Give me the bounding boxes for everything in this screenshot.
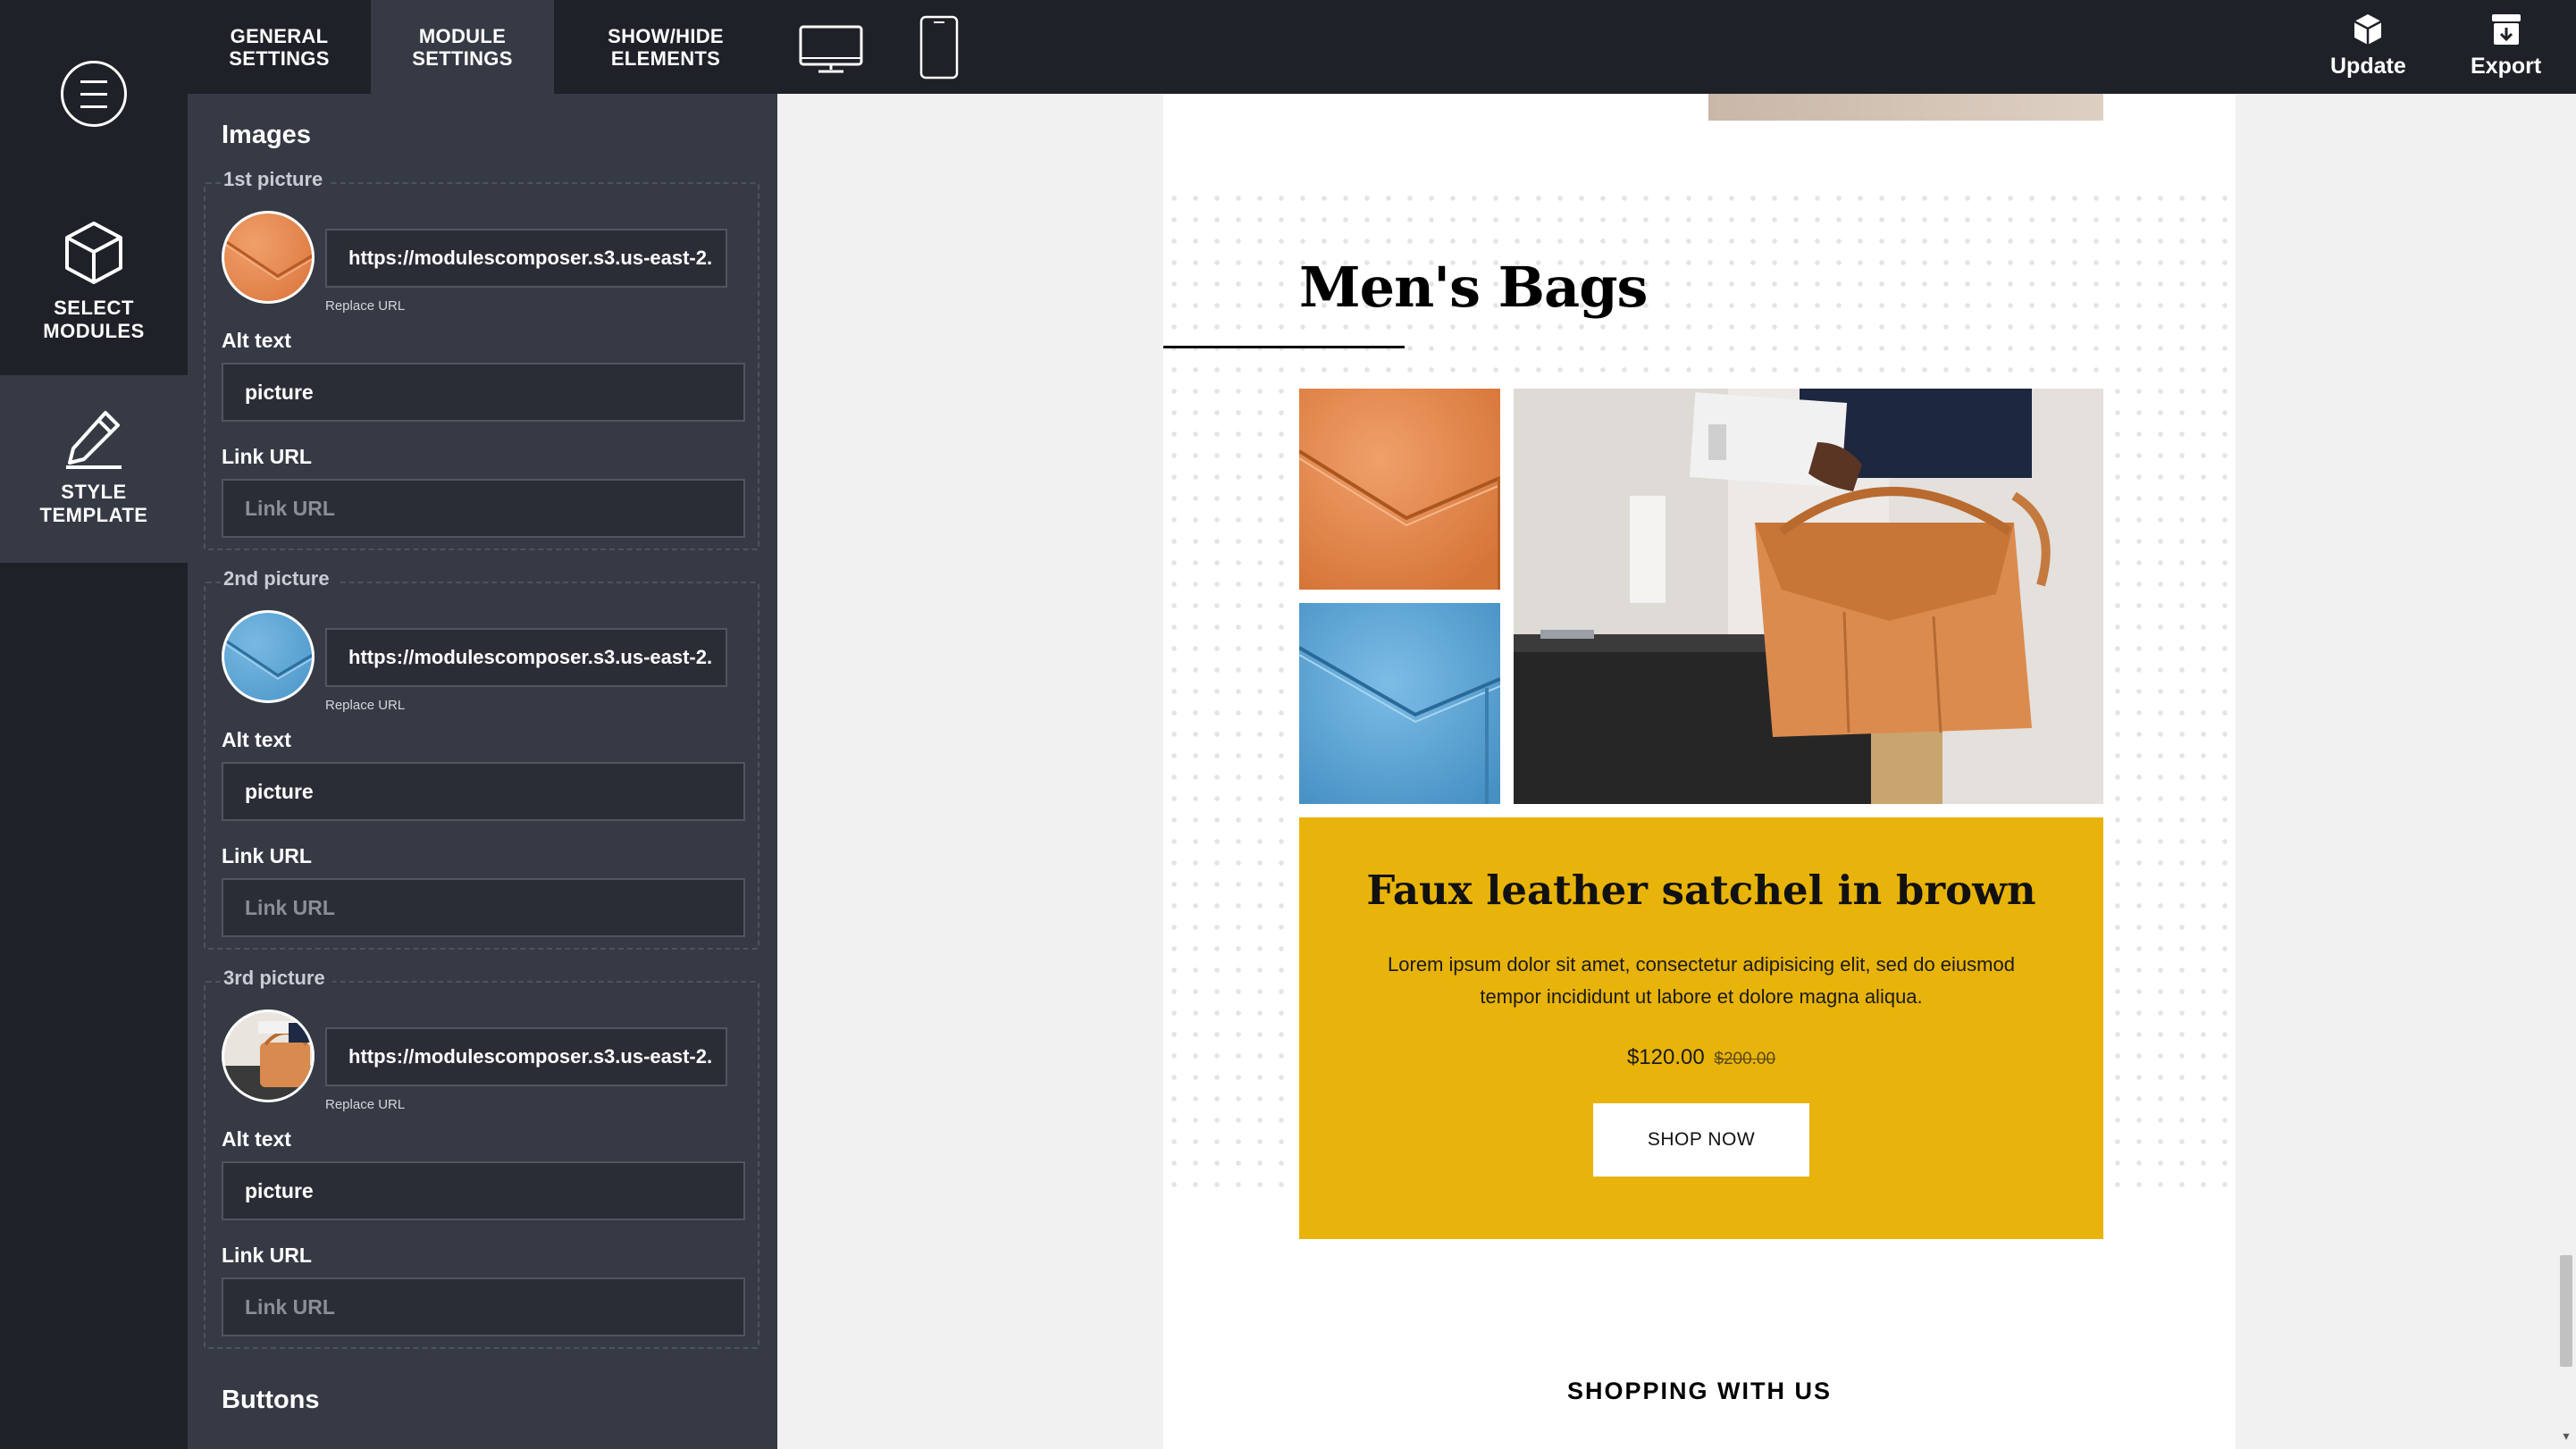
picture-group-title: 2nd picture [222, 567, 337, 590]
alt-text-input-3[interactable]: picture [222, 1161, 745, 1220]
product-price: $120.00 [1626, 1045, 1705, 1069]
tab-label-line2: ELEMENTS [610, 46, 721, 70]
alt-text-label: Alt text [222, 728, 291, 751]
picture-group-title: 1st picture [222, 168, 331, 191]
product-card: Faux leather satchel in brown Lorem ipsu… [1299, 817, 2103, 1239]
image-url-input-3[interactable]: https://modulescomposer.s3.us-east-2. [325, 1027, 727, 1086]
cube-icon [65, 222, 122, 284]
shop-now-button[interactable]: SHOP NOW [1593, 1103, 1809, 1177]
export-button[interactable]: Export [2471, 13, 2541, 80]
section-title-images: Images [222, 121, 311, 149]
tab-show-hide-elements[interactable]: SHOW/HIDE ELEMENTS [554, 0, 777, 94]
link-url-input-2[interactable]: Link URL [222, 878, 745, 937]
blue-leather-image [224, 638, 312, 680]
link-url-label: Link URL [222, 844, 312, 867]
module-heading: Men's Bags [1299, 255, 1648, 320]
rail-label-line1: SELECT [54, 297, 134, 319]
replace-url-link-3[interactable]: Replace URL [325, 1097, 405, 1112]
section-title-buttons: Buttons [222, 1386, 320, 1414]
preview-canvas: Men's Bags Faux leather satchel in brown… [777, 94, 2576, 1449]
product-image-orange[interactable] [1299, 389, 1500, 590]
scrollbar-thumb[interactable] [2560, 1255, 2572, 1367]
hamburger-menu-icon[interactable] [61, 61, 127, 127]
heading-underline [1163, 346, 1405, 348]
tab-module-settings[interactable]: MODULE SETTINGS [371, 0, 554, 94]
rail-label-line2: MODULES [43, 320, 145, 342]
rail-label-line1: STYLE [61, 481, 127, 503]
left-rail: SELECT MODULES STYLE TEMPLATE [0, 0, 188, 1449]
product-name: Faux leather satchel in brown [1366, 867, 2036, 914]
image-url-input-2[interactable]: https://modulescomposer.s3.us-east-2. [325, 628, 727, 687]
tab-general-settings[interactable]: GENERAL SETTINGS [188, 0, 371, 94]
tab-label-line1: MODULE [418, 24, 507, 47]
top-bar: GENERAL SETTINGS MODULE SETTINGS SHOW/HIDE… [188, 0, 2576, 94]
orange-leather-image [1299, 389, 1500, 590]
image-url-input-1[interactable]: https://modulescomposer.s3.us-east-2. [325, 229, 727, 288]
tab-label-line1: SHOW/HIDE [608, 24, 724, 47]
alt-text-input-1[interactable]: picture [222, 363, 745, 422]
email-preview: Men's Bags Faux leather satchel in brown… [1163, 94, 2236, 1449]
rail-label-line2: TEMPLATE [39, 504, 148, 526]
picture-thumbnail-1[interactable] [222, 211, 315, 304]
picture-thumbnail-3[interactable] [222, 1009, 315, 1102]
tab-label-line2: SETTINGS [229, 46, 330, 70]
picture-thumbnail-2[interactable] [222, 610, 315, 703]
product-old-price: $200.00 [1714, 1050, 1776, 1068]
picture-group-title: 3rd picture [222, 967, 332, 990]
link-url-label: Link URL [222, 445, 312, 468]
shopping-with-us-heading: SHOPPING WITH US [1566, 1378, 1832, 1404]
replace-url-link-1[interactable]: Replace URL [325, 298, 405, 314]
picture-group-2: 2nd picture https://modulescomposer.s3.u… [204, 567, 759, 950]
satchel-photo-image [224, 1021, 312, 1100]
product-image-satchel[interactable] [1514, 389, 2103, 804]
archive-icon [2491, 14, 2521, 45]
link-url-input-3[interactable]: Link URL [222, 1277, 745, 1336]
orange-leather-image [224, 239, 312, 281]
price-row: $120.00 $200.00 [1299, 1045, 2103, 1070]
alt-text-label: Alt text [222, 1127, 291, 1151]
picture-group-3: 3rd picture https://modulescomposer.s3.u… [204, 967, 759, 1349]
previous-module-image [1708, 94, 2103, 121]
product-image-blue[interactable] [1299, 603, 1500, 804]
alt-text-input-2[interactable]: picture [222, 762, 745, 821]
link-url-input-1[interactable]: Link URL [222, 479, 745, 538]
preview-scrollbar[interactable]: ▾ [2556, 94, 2576, 1449]
blue-leather-image [1299, 603, 1500, 804]
picture-group-1: 1st picture https://modulescomposer.s3.u… [204, 168, 759, 550]
pencil-icon [66, 411, 122, 469]
cube-icon [2354, 14, 2382, 45]
update-label: Update [2330, 54, 2406, 79]
settings-panel: Images 1st picture https://modulescompos… [188, 94, 777, 1449]
scroll-down-arrow-icon[interactable]: ▾ [2560, 1429, 2572, 1442]
update-button[interactable]: Update [2330, 13, 2406, 80]
tab-label-line1: GENERAL [230, 24, 329, 47]
product-description: Lorem ipsum dolor sit amet, consectetur … [1388, 953, 2015, 1008]
rail-item-style-template[interactable]: STYLE TEMPLATE [0, 375, 188, 563]
replace-url-link-2[interactable]: Replace URL [325, 698, 405, 713]
rail-item-select-modules[interactable]: SELECT MODULES [0, 188, 188, 375]
link-url-label: Link URL [222, 1244, 312, 1267]
tab-label-line2: SETTINGS [412, 46, 513, 70]
alt-text-label: Alt text [222, 329, 291, 352]
desktop-view-icon[interactable] [799, 25, 863, 75]
mobile-view-icon[interactable] [919, 14, 960, 80]
export-label: Export [2471, 54, 2542, 79]
satchel-photo-image [1514, 389, 2103, 804]
